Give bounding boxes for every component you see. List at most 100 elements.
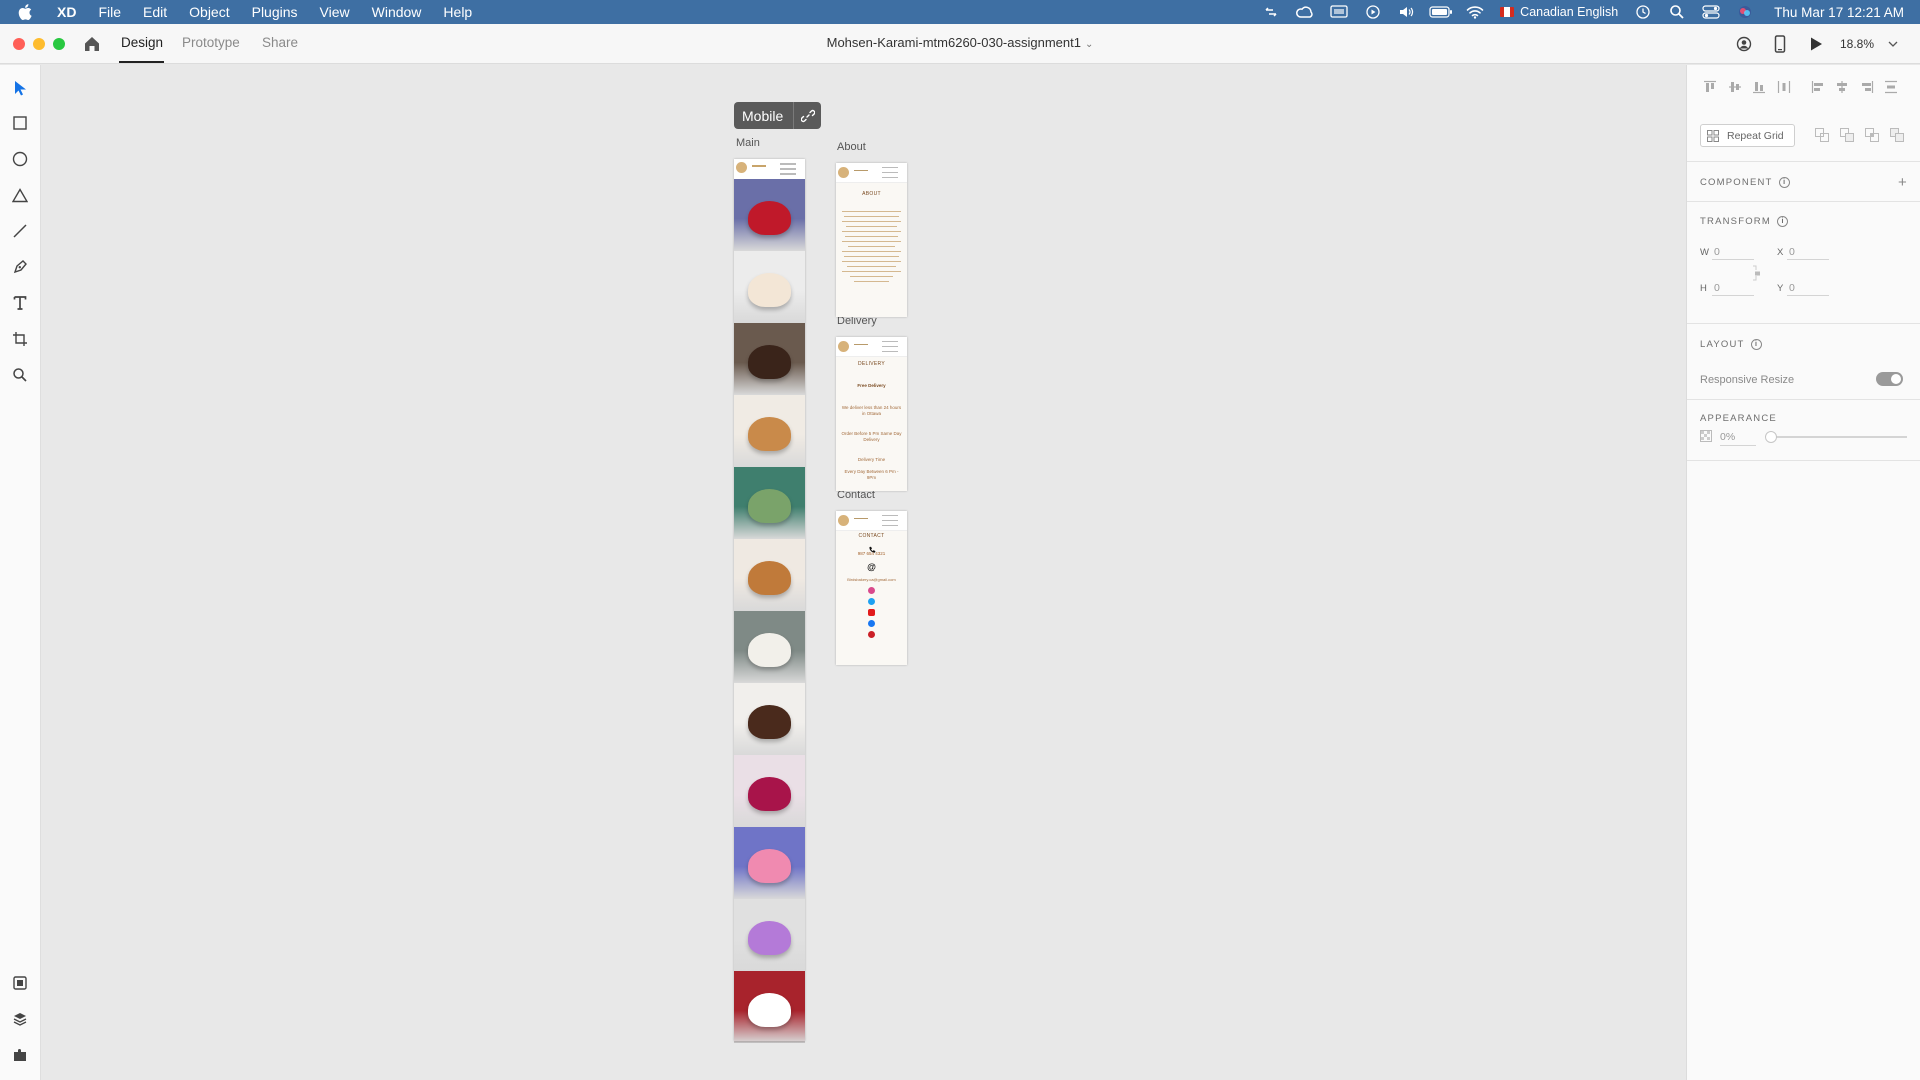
cloud-sync-icon[interactable]	[1259, 0, 1283, 24]
home-icon[interactable]	[82, 34, 102, 54]
menubar-clock[interactable]: Thu Mar 17 12:21 AM	[1774, 5, 1904, 20]
zoom-chevron-down-icon[interactable]	[1886, 41, 1900, 47]
menu-xd[interactable]: XD	[46, 0, 87, 24]
boolean-subtract-icon[interactable]	[1839, 127, 1855, 143]
align-bottom-icon[interactable]	[1750, 78, 1768, 96]
artboard-main[interactable]	[734, 159, 805, 1043]
width-input[interactable]	[1712, 244, 1754, 260]
menu-edit[interactable]: Edit	[132, 0, 178, 24]
creative-cloud-icon[interactable]	[1293, 0, 1317, 24]
align-middle-icon[interactable]	[1726, 78, 1744, 96]
x-input[interactable]	[1787, 244, 1829, 260]
contact-email: Birdsbakery.ca@gmail.com	[847, 577, 896, 582]
battery-icon[interactable]	[1429, 0, 1453, 24]
artboard-about[interactable]: ABOUT	[836, 163, 907, 317]
zoom-icon[interactable]	[8, 363, 32, 387]
align-left-icon[interactable]	[1809, 78, 1827, 96]
link-icon[interactable]	[793, 102, 821, 129]
artboard-delivery[interactable]: DELIVERY Free Delivery We deliver less t…	[836, 337, 907, 491]
apple-logo-icon[interactable]	[14, 0, 36, 24]
facebook-icon	[868, 620, 875, 627]
zoom-level[interactable]: 18.8%	[1840, 37, 1880, 51]
opacity-slider-thumb[interactable]	[1765, 431, 1777, 443]
add-component-icon[interactable]: +	[1898, 174, 1907, 191]
select-icon[interactable]	[8, 76, 32, 100]
distribute-vertical-icon[interactable]	[1775, 78, 1793, 96]
lock-aspect-icon[interactable]	[1752, 265, 1761, 281]
menu-help[interactable]: Help	[432, 0, 483, 24]
assets-icon[interactable]	[8, 971, 32, 995]
menu-view[interactable]: View	[309, 0, 361, 24]
siri-icon[interactable]	[1733, 0, 1757, 24]
window-close-button[interactable]	[13, 38, 25, 50]
text-icon[interactable]	[8, 291, 32, 315]
menu-plugins[interactable]: Plugins	[241, 0, 309, 24]
text-line	[846, 226, 897, 227]
header-nav-line	[854, 170, 868, 171]
opacity-slider-track[interactable]	[1769, 436, 1907, 438]
section-divider	[1687, 201, 1920, 202]
align-top-icon[interactable]	[1701, 78, 1719, 96]
chevron-down-icon[interactable]: ⌄	[1085, 39, 1093, 50]
opacity-input[interactable]: 0%	[1720, 431, 1756, 446]
height-input[interactable]	[1712, 280, 1754, 296]
volume-icon[interactable]	[1395, 0, 1419, 24]
pen-icon[interactable]	[8, 255, 32, 279]
design-canvas[interactable]: Mobile Main About Delivery Contact ABOUT	[41, 65, 1686, 1080]
boolean-add-icon[interactable]	[1814, 127, 1830, 143]
boolean-intersect-icon[interactable]	[1864, 127, 1880, 143]
display-icon[interactable]	[1327, 0, 1351, 24]
align-right-icon[interactable]	[1858, 78, 1876, 96]
delivery-same-day: Order Before 5 Pm Same Day Delivery	[841, 431, 902, 442]
play-circle-icon[interactable]	[1361, 0, 1385, 24]
artboard-icon[interactable]	[8, 327, 32, 351]
menu-file[interactable]: File	[87, 0, 132, 24]
artboard-label-about[interactable]: About	[837, 141, 866, 153]
spotlight-icon[interactable]	[1665, 0, 1689, 24]
plugins-icon[interactable]	[8, 1043, 32, 1067]
rectangle-icon[interactable]	[8, 111, 32, 135]
play-icon[interactable]	[1804, 32, 1828, 56]
product-image-chocolate-dome	[734, 323, 805, 395]
responsive-resize-toggle[interactable]	[1876, 372, 1903, 386]
about-paragraph	[836, 211, 907, 282]
menu-window[interactable]: Window	[361, 0, 433, 24]
tab-design[interactable]: Design	[121, 35, 163, 50]
info-icon[interactable]: i	[1750, 339, 1762, 350]
layers-icon[interactable]	[8, 1007, 32, 1031]
mobile-preview-icon[interactable]	[1768, 32, 1792, 56]
responsive-resize-label: Responsive Resize	[1700, 374, 1795, 386]
wifi-icon[interactable]	[1463, 0, 1487, 24]
distribute-horizontal-icon[interactable]	[1882, 78, 1900, 96]
text-line	[847, 266, 896, 267]
align-center-icon[interactable]	[1833, 78, 1851, 96]
text-line	[842, 271, 901, 272]
line-icon[interactable]	[8, 219, 32, 243]
contact-title: CONTACT	[858, 533, 885, 539]
artboard-contact[interactable]: CONTACT 987 654 4321 @ Birdsbakery.ca@gm…	[836, 511, 907, 665]
text-line	[844, 256, 899, 257]
flow-badge[interactable]: Mobile	[734, 102, 822, 129]
user-account-icon[interactable]	[1732, 32, 1756, 56]
window-minimize-button[interactable]	[33, 38, 45, 50]
ellipse-icon[interactable]	[8, 147, 32, 171]
menu-object[interactable]: Object	[178, 0, 240, 24]
document-title[interactable]: Mohsen-Karami-mtm6260-030-assignment1	[827, 35, 1081, 50]
tab-prototype[interactable]: Prototype	[182, 35, 240, 50]
time-machine-icon[interactable]	[1631, 0, 1655, 24]
input-source-menu[interactable]: Canadian English	[1500, 5, 1618, 19]
polygon-icon[interactable]	[8, 183, 32, 207]
tab-share[interactable]: Share	[262, 35, 298, 50]
pinterest-icon	[868, 631, 875, 638]
repeat-grid-button[interactable]: Repeat Grid	[1700, 124, 1795, 147]
window-zoom-button[interactable]	[53, 38, 65, 50]
artboard-label-main[interactable]: Main	[736, 137, 760, 149]
boolean-exclude-icon[interactable]	[1889, 127, 1905, 143]
info-icon[interactable]: i	[1778, 177, 1790, 188]
section-divider	[1687, 161, 1920, 162]
control-center-icon[interactable]	[1699, 0, 1723, 24]
input-source-label: Canadian English	[1520, 5, 1619, 19]
repeat-grid-icon	[1707, 129, 1719, 142]
info-icon[interactable]: i	[1776, 216, 1788, 227]
y-input[interactable]	[1787, 280, 1829, 296]
